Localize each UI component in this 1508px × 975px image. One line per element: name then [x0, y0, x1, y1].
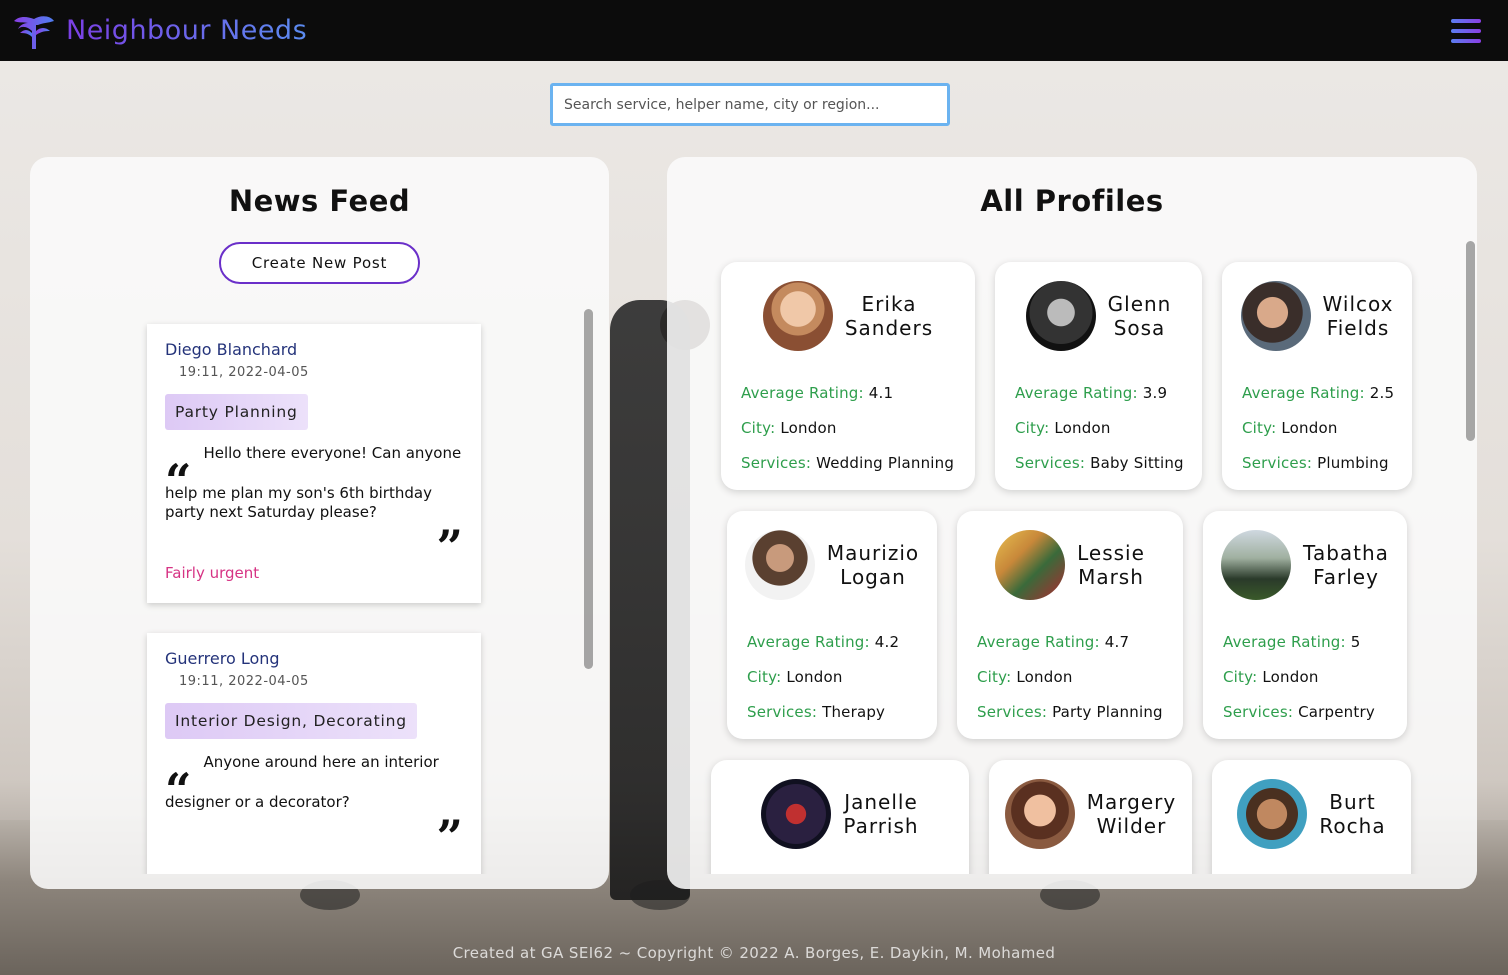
- rating-value: 4.1: [868, 384, 894, 402]
- news-feed-title: News Feed: [228, 184, 411, 218]
- profiles-title: All Profiles: [980, 184, 1164, 218]
- services-value: Wedding Planning: [816, 454, 955, 472]
- services-value: Therapy: [822, 703, 886, 721]
- avatar: [1004, 779, 1075, 849]
- search-input[interactable]: [564, 96, 936, 113]
- search-box: [550, 83, 950, 126]
- profile-info: Average Rating: 4.7 City: London Service…: [977, 633, 1163, 721]
- services-value: Plumbing: [1317, 454, 1389, 472]
- profile-card[interactable]: Burt Rocha: [1212, 760, 1411, 874]
- rating-value: 4.2: [874, 633, 900, 651]
- profile-card[interactable]: Janelle Parrish: [711, 760, 969, 874]
- city-value: London: [1281, 419, 1338, 437]
- close-quote-icon: ”: [436, 810, 463, 864]
- create-post-button[interactable]: Create New Post: [219, 242, 420, 284]
- profile-name: Lessie Marsh: [1077, 541, 1145, 589]
- profile-card[interactable]: Margery Wilder: [989, 760, 1192, 874]
- post-author[interactable]: Diego Blanchard: [165, 340, 463, 359]
- rating-value: 5: [1350, 633, 1361, 651]
- city-value: London: [1054, 419, 1111, 437]
- profile-name: Burt Rocha: [1319, 790, 1386, 838]
- avatar: [1240, 281, 1311, 351]
- news-feed-panel: News Feed Create New Post Diego Blanchar…: [30, 157, 609, 889]
- city-value: London: [1016, 668, 1073, 686]
- profile-name: Glenn Sosa: [1107, 292, 1172, 340]
- profile-info: Average Rating: 4.1 City: London Service…: [741, 384, 955, 472]
- post-timestamp: 19:11, 2022-04-05: [179, 674, 309, 689]
- profiles-scrollbar-thumb[interactable]: [1466, 241, 1475, 441]
- avatar: [761, 779, 832, 849]
- rating-value: 2.5: [1369, 384, 1395, 402]
- profiles-scrollbar[interactable]: [1466, 241, 1475, 441]
- navbar: Neighbour Needs: [0, 0, 1508, 61]
- profile-name: Tabatha Farley: [1303, 541, 1389, 589]
- profile-info: Average Rating: 5 City: London Services:…: [1223, 633, 1375, 721]
- profile-name: Margery Wilder: [1086, 790, 1177, 838]
- post-urgency: Fairly urgent: [165, 564, 260, 582]
- profile-card[interactable]: Maurizio Logan Average Rating: 4.2 City: …: [727, 511, 937, 739]
- services-value: Baby Sitting: [1090, 454, 1184, 472]
- avatar: [744, 530, 815, 600]
- post-service-tag: Party Planning: [165, 394, 308, 430]
- news-feed-scrollbar[interactable]: [584, 309, 593, 669]
- post-service-tag: Interior Design, Decorating: [165, 703, 417, 739]
- hamburger-menu-icon[interactable]: [1451, 18, 1481, 43]
- brand-link[interactable]: Neighbour Needs: [12, 11, 307, 51]
- tree-icon: [14, 15, 54, 49]
- brand-name: Neighbour Needs: [66, 15, 308, 46]
- profiles-grid[interactable]: Erika Sanders Average Rating: 4.1 City: L…: [667, 257, 1477, 874]
- open-quote-icon: “: [165, 763, 192, 817]
- post-timestamp: 19:11, 2022-04-05: [179, 365, 309, 380]
- post-author[interactable]: Guerrero Long: [165, 649, 463, 668]
- profile-name: Janelle Parrish: [843, 790, 919, 838]
- close-quote-icon: ”: [436, 520, 463, 574]
- avatar: [1025, 281, 1096, 351]
- profile-card[interactable]: Tabatha Farley Average Rating: 5 City: Lo…: [1203, 511, 1407, 739]
- open-quote-icon: “: [165, 454, 192, 508]
- post-body: “Hello there everyone! Can anyone help m…: [165, 444, 463, 522]
- post-card[interactable]: Diego Blanchard 19:11, 2022-04-05 Party …: [147, 324, 481, 603]
- post-card[interactable]: Guerrero Long 19:11, 2022-04-05 Interior…: [147, 633, 481, 874]
- profile-card[interactable]: Glenn Sosa Average Rating: 3.9 City: Lond…: [995, 262, 1202, 490]
- profiles-panel: All Profiles Erika Sanders Average Rating…: [667, 157, 1477, 889]
- profile-info: Average Rating: 2.5 City: London Service…: [1242, 384, 1395, 472]
- post-body: “Anyone around here an interior designer…: [165, 753, 463, 817]
- profile-name: Wilcox Fields: [1322, 292, 1394, 340]
- city-value: London: [786, 668, 843, 686]
- profile-name: Erika Sanders: [844, 292, 934, 340]
- rating-value: 4.7: [1104, 633, 1130, 651]
- profile-card[interactable]: Erika Sanders Average Rating: 4.1 City: L…: [721, 262, 975, 490]
- services-value: Party Planning: [1052, 703, 1163, 721]
- services-value: Carpentry: [1298, 703, 1375, 721]
- avatar: [1237, 779, 1308, 849]
- footer-credits: Created at GA SEI62 ~ Copyright © 2022 A…: [452, 944, 1056, 962]
- profile-card[interactable]: Lessie Marsh Average Rating: 4.7 City: Lo…: [957, 511, 1183, 739]
- profile-info: Average Rating: 3.9 City: London Service…: [1015, 384, 1184, 472]
- rating-value: 3.9: [1142, 384, 1168, 402]
- profile-name: Maurizio Logan: [826, 541, 920, 589]
- profile-card[interactable]: Wilcox Fields Average Rating: 2.5 City: L…: [1222, 262, 1412, 490]
- avatar: [1221, 530, 1292, 600]
- post-text: Hello there everyone! Can anyone help me…: [165, 444, 462, 521]
- profile-info: Average Rating: 4.2 City: London Service…: [747, 633, 900, 721]
- city-value: London: [780, 419, 837, 437]
- news-feed-list[interactable]: Diego Blanchard 19:11, 2022-04-05 Party …: [30, 309, 609, 874]
- news-feed-scrollbar-thumb[interactable]: [584, 309, 593, 669]
- avatar: [995, 530, 1066, 600]
- avatar: [762, 281, 833, 351]
- city-value: London: [1262, 668, 1319, 686]
- post-text: Anyone around here an interior designer …: [165, 753, 439, 811]
